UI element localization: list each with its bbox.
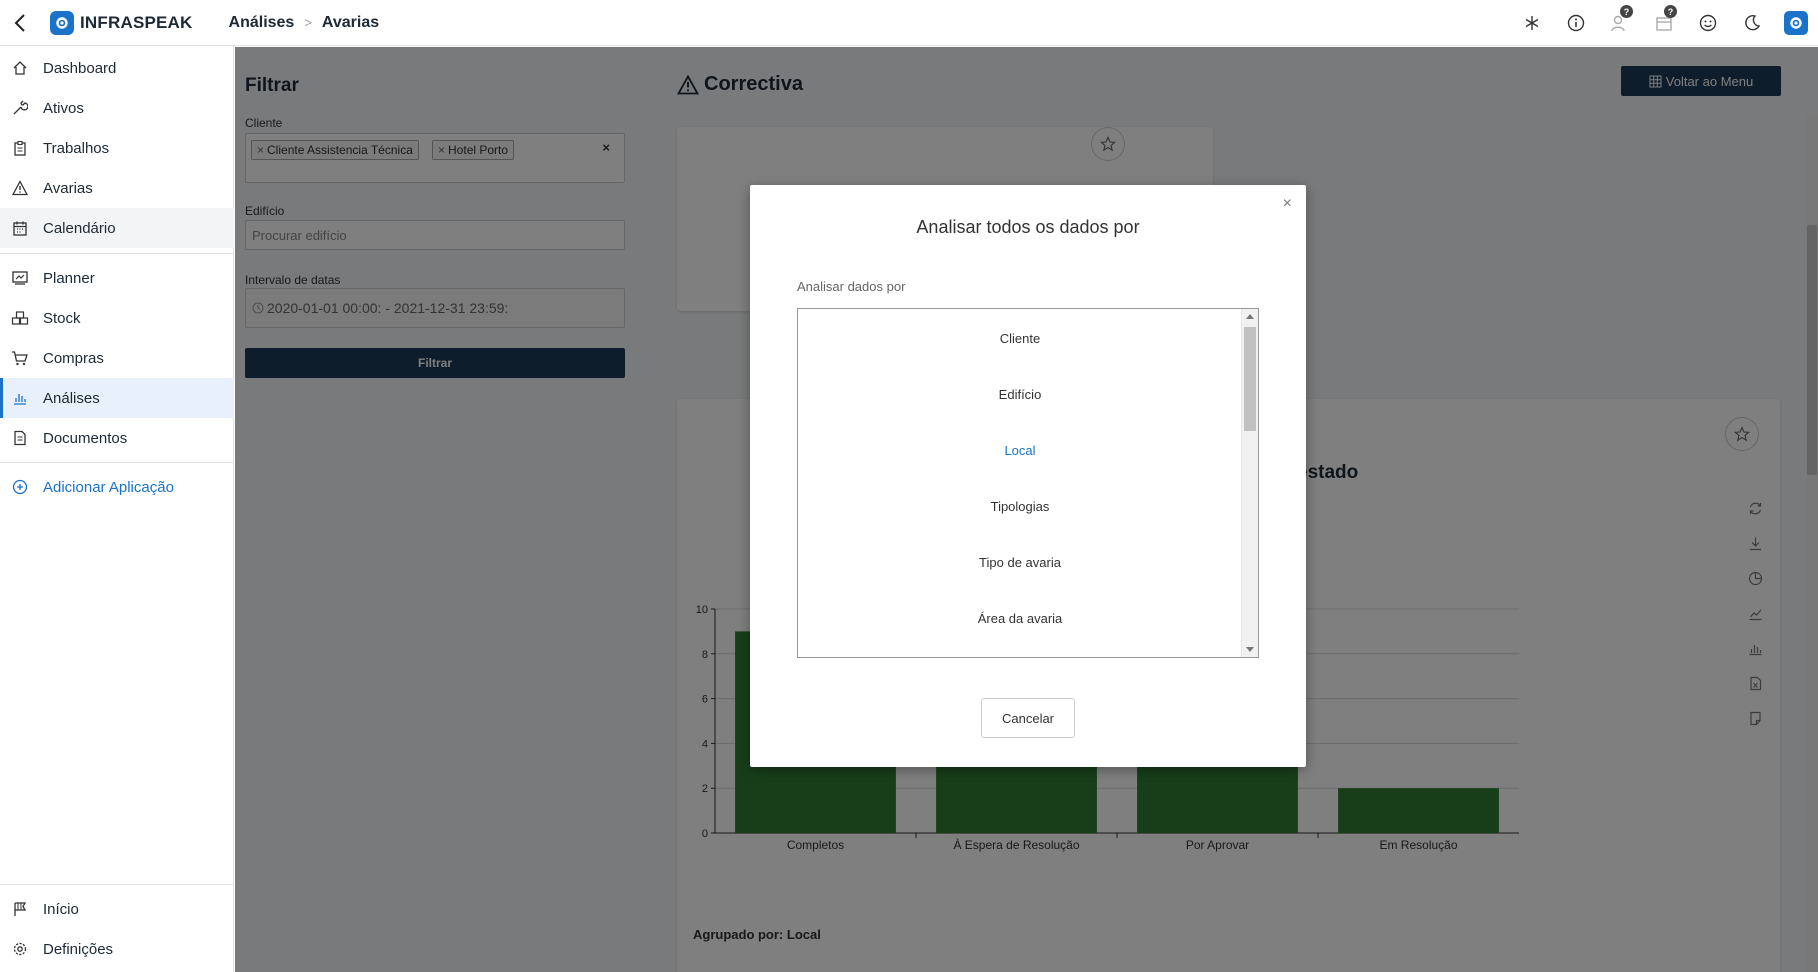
option-tipologias[interactable]: Tipologias bbox=[798, 478, 1242, 534]
sidebar-item-label: Início bbox=[43, 900, 79, 918]
option-tipo-de-avaria[interactable]: Tipo de avaria bbox=[798, 534, 1242, 590]
moon-icon[interactable] bbox=[1730, 0, 1774, 46]
calendar-icon bbox=[10, 218, 30, 238]
cart-icon bbox=[10, 348, 30, 368]
breadcrumb-item[interactable]: Análises bbox=[229, 14, 295, 32]
boxes-icon bbox=[10, 308, 30, 328]
add-application-label: Adicionar Aplicação bbox=[43, 478, 174, 496]
sidebar-item-label: Calendário bbox=[43, 219, 116, 237]
sidebar-item-label: Avarias bbox=[43, 179, 93, 197]
back-button[interactable] bbox=[2, 0, 38, 46]
sidebar-item-label: Stock bbox=[43, 309, 81, 327]
sidebar-item-planner[interactable]: Planner bbox=[0, 258, 234, 298]
breadcrumb: Análises > Avarias bbox=[229, 14, 380, 32]
divider bbox=[0, 884, 234, 885]
smiley-icon[interactable] bbox=[1686, 0, 1730, 46]
sidebar-item-ativos[interactable]: Ativos bbox=[0, 88, 234, 128]
listbox-scrollbar[interactable] bbox=[1241, 309, 1258, 657]
bar-chart-icon bbox=[10, 388, 30, 408]
sidebar-item-label: Análises bbox=[43, 389, 100, 407]
sidebar: Dashboard Ativos Trabalhos Avarias Calen… bbox=[0, 46, 234, 972]
top-icons: ? ? bbox=[1510, 0, 1818, 46]
planner-icon bbox=[10, 268, 30, 288]
divider bbox=[0, 462, 234, 463]
sidebar-item-trabalhos[interactable]: Trabalhos bbox=[0, 128, 234, 168]
document-icon bbox=[10, 428, 30, 448]
sidebar-item-definicoes[interactable]: Definições bbox=[0, 929, 234, 969]
option-local[interactable]: Local bbox=[798, 422, 1242, 478]
scroll-down-icon[interactable] bbox=[1246, 647, 1254, 652]
analyze-by-dialog: × Analisar todos os dados por Analisar d… bbox=[750, 185, 1306, 767]
top-bar: INFRASPEAK Análises > Avarias ? ? bbox=[0, 0, 1818, 46]
divider bbox=[0, 253, 234, 254]
sidebar-item-compras[interactable]: Compras bbox=[0, 338, 234, 378]
add-application-button[interactable]: Adicionar Aplicação bbox=[0, 467, 234, 507]
wrench-icon bbox=[10, 98, 30, 118]
brand-logo[interactable]: INFRASPEAK bbox=[50, 10, 193, 35]
sidebar-item-label: Dashboard bbox=[43, 59, 117, 77]
snowflake-icon[interactable] bbox=[1510, 0, 1554, 46]
sidebar-item-analises[interactable]: Análises bbox=[0, 378, 234, 418]
analyze-by-listbox[interactable]: Cliente Edifício Local Tipologias Tipo d… bbox=[797, 308, 1259, 658]
sidebar-item-calendario[interactable]: Calendário bbox=[0, 208, 234, 248]
sidebar-item-label: Planner bbox=[43, 269, 95, 287]
calendar-help-icon[interactable]: ? bbox=[1642, 0, 1686, 46]
breadcrumb-separator: > bbox=[304, 15, 312, 30]
option-cliente[interactable]: Cliente bbox=[798, 310, 1242, 366]
listbox-scrollbar-thumb[interactable] bbox=[1244, 327, 1256, 431]
settings-logo-icon[interactable] bbox=[1774, 0, 1818, 46]
chevron-left-icon bbox=[14, 13, 25, 32]
breadcrumb-item-current: Avarias bbox=[321, 13, 380, 31]
sidebar-item-avarias[interactable]: Avarias bbox=[0, 168, 234, 208]
info-icon[interactable] bbox=[1554, 0, 1598, 46]
option-area-da-avaria[interactable]: Área da avaria bbox=[798, 590, 1242, 646]
brand-name: INFRASPEAK bbox=[80, 12, 193, 32]
sidebar-item-label: Definições bbox=[43, 940, 114, 958]
sidebar-item-documentos[interactable]: Documentos bbox=[0, 418, 234, 458]
cancel-button[interactable]: Cancelar bbox=[981, 698, 1075, 738]
plus-circle-icon bbox=[10, 477, 30, 497]
option-edificio[interactable]: Edifício bbox=[798, 366, 1242, 422]
sidebar-item-inicio[interactable]: Início bbox=[0, 889, 234, 929]
help-badge: ? bbox=[1620, 5, 1633, 18]
user-help-icon[interactable]: ? bbox=[1598, 0, 1642, 46]
sidebar-item-label: Documentos bbox=[43, 429, 128, 447]
gear-icon bbox=[10, 939, 30, 959]
help-badge: ? bbox=[1664, 5, 1677, 18]
infraspeak-logo-icon bbox=[50, 10, 74, 35]
home-icon bbox=[10, 58, 30, 78]
sidebar-item-label: Ativos bbox=[43, 99, 84, 117]
close-icon[interactable]: × bbox=[1283, 195, 1292, 213]
dialog-title: Analisar todos os dados por bbox=[916, 217, 1140, 237]
analyze-by-label: Analisar dados por bbox=[797, 279, 906, 294]
sidebar-item-label: Trabalhos bbox=[43, 139, 110, 157]
sidebar-item-dashboard[interactable]: Dashboard bbox=[0, 48, 234, 88]
scroll-up-icon[interactable] bbox=[1246, 314, 1254, 319]
sidebar-item-label: Compras bbox=[43, 349, 104, 367]
clipboard-icon bbox=[10, 138, 30, 158]
sidebar-item-stock[interactable]: Stock bbox=[0, 298, 234, 338]
flag-icon bbox=[10, 899, 30, 919]
warning-icon bbox=[10, 178, 30, 198]
